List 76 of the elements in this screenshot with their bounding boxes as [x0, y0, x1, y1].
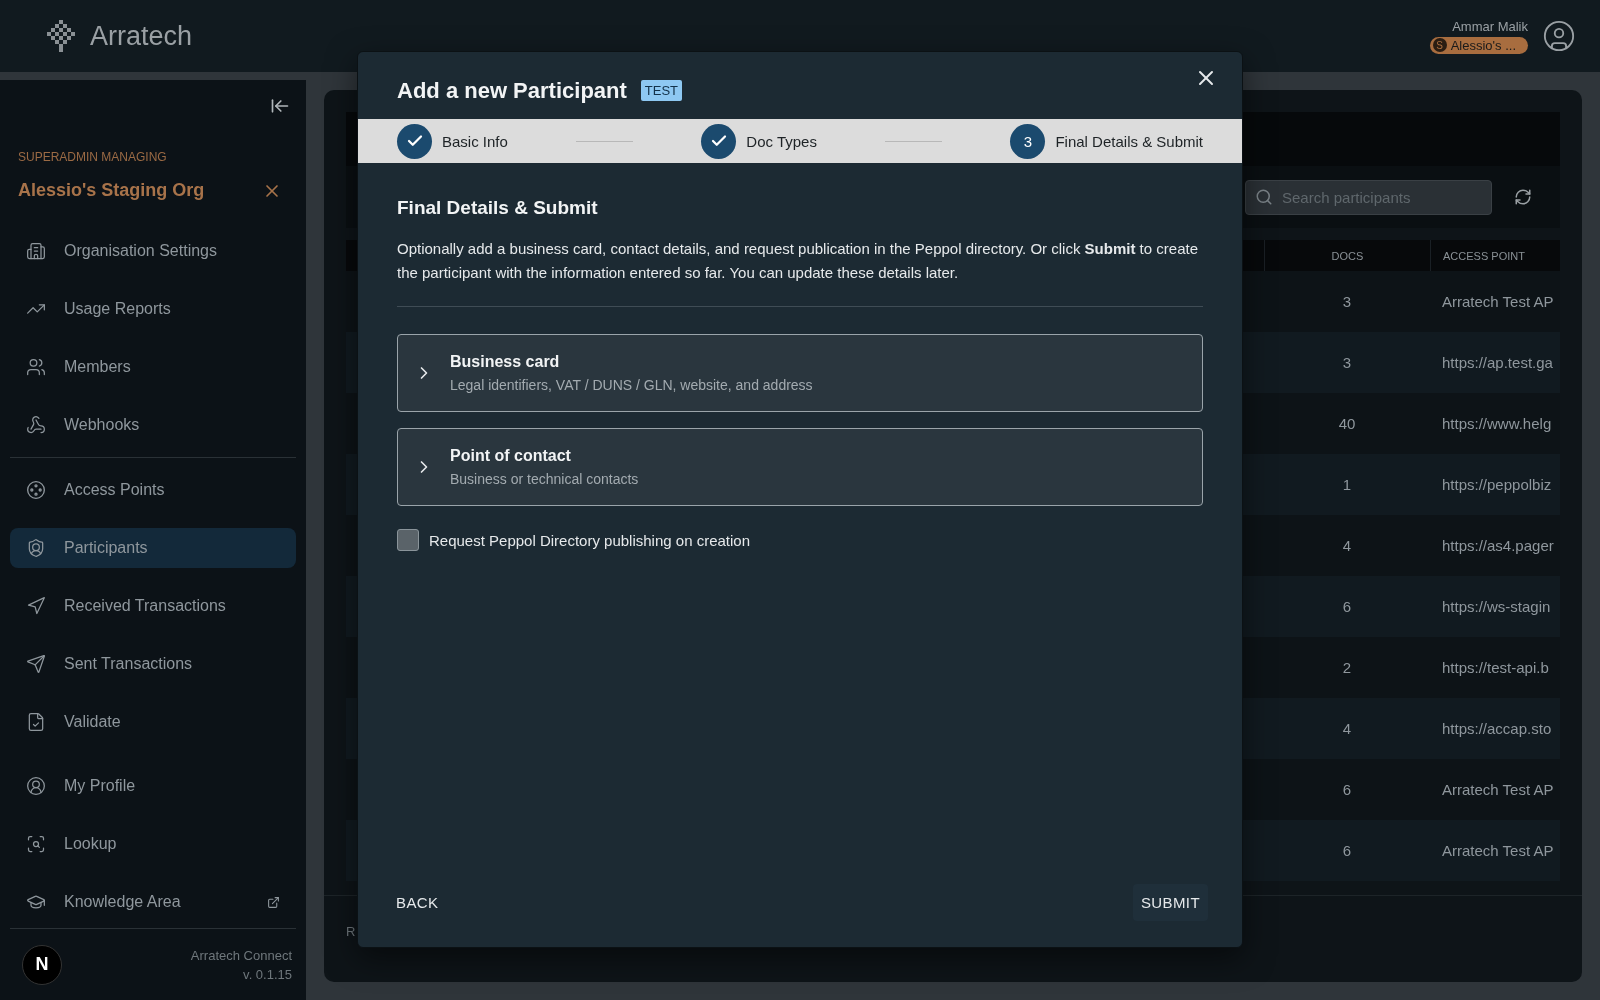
table-cell-text: 4: [1341, 537, 1353, 554]
step-indicator: 3: [1010, 123, 1046, 159]
dotted-circle-icon: [26, 480, 46, 500]
checkbox-label: Request Peppol Directory publishing on creation: [429, 531, 751, 549]
sidebar-item[interactable]: Usage Reports: [10, 289, 296, 329]
sidebar-item[interactable]: Members: [10, 347, 296, 387]
table-cell-text: Arratech Test AP: [1441, 842, 1555, 859]
logo-icon: [44, 19, 78, 53]
sidebar-item[interactable]: Webhooks: [10, 405, 296, 445]
table-cell-text: Arratech Test AP: [1441, 293, 1555, 310]
table-cell-text: https://accap.sto: [1441, 720, 1553, 737]
file-check-icon: [26, 712, 46, 732]
section-subtitle: Business or technical contacts: [450, 471, 639, 487]
org-name: Alessio's Staging Org: [18, 180, 205, 201]
app-name: Arratech Connect: [190, 947, 292, 963]
sidebar-item[interactable]: Received Transactions: [10, 586, 296, 626]
sidebar-item[interactable]: Access Points: [10, 470, 296, 510]
table-cell-text: https://test-api.b: [1441, 659, 1550, 676]
table-cell-text: 6: [1341, 781, 1353, 798]
section-heading: Final Details & Submit: [397, 197, 599, 219]
section-title: Point of contact: [450, 447, 572, 465]
table-cell-text: 6: [1341, 598, 1353, 615]
section-title: Business card: [450, 353, 561, 371]
user-name: Ammar Malik: [1452, 18, 1528, 34]
table-cell-text: 1: [1341, 476, 1353, 493]
org-badge: S Alessio's ...: [1429, 36, 1528, 54]
send-icon: [26, 654, 46, 674]
test-badge: TEST: [640, 80, 683, 101]
table-cell-text: https://ws-stagin: [1441, 598, 1552, 615]
shield-user-icon: [26, 538, 46, 558]
checkbox[interactable]: [397, 529, 419, 551]
back-button[interactable]: BACK: [388, 883, 447, 921]
table-cell-text: 6: [1341, 842, 1353, 859]
org-letter: S: [1432, 38, 1447, 52]
table-cell-text: https://www.helg: [1441, 415, 1553, 432]
table-cell-text: 40: [1337, 415, 1357, 432]
table-cell-text: Arratech Test AP: [1441, 781, 1555, 798]
managing-label: SUPERADMIN MANAGING: [18, 150, 168, 164]
sidebar-item[interactable]: Sent Transactions: [10, 644, 296, 684]
table-cell-text: 4: [1341, 720, 1353, 737]
footer-text: R: [346, 924, 356, 939]
user-circle-icon: [26, 776, 46, 796]
accordion-section[interactable]: Business card Legal identifiers, VAT / DUNS / GLN, website, and address: [397, 334, 1203, 412]
table-cell-text: https://peppolbiz: [1441, 476, 1553, 493]
table-cell-text: 2: [1341, 659, 1353, 676]
app-version: v. 0.1.15: [243, 966, 292, 982]
user-avatar-icon[interactable]: [1542, 19, 1576, 53]
submit-button[interactable]: SUBMIT: [1132, 883, 1208, 921]
navigation-arrow-icon: [26, 596, 46, 616]
sidebar-item[interactable]: My Profile: [10, 766, 296, 806]
refresh-button[interactable]: [1514, 188, 1532, 206]
collapse-sidebar-button[interactable]: [270, 96, 290, 116]
table-cell-text: 3: [1341, 293, 1353, 310]
building-icon: [26, 241, 46, 261]
section-subtitle: Legal identifiers, VAT / DUNS / GLN, website, and address: [450, 377, 813, 393]
sidebar-item[interactable]: Validate: [10, 702, 296, 742]
sidebar-item[interactable]: Lookup: [10, 824, 296, 864]
description-text: Optionally add a business card, contact details, and request publication in the Peppol directory. Or click Submit to create the participant with the information entered so far. You can update these details later.: [397, 237, 1203, 307]
users-icon: [26, 357, 46, 377]
sidebar-item[interactable]: Knowledge Area: [10, 882, 296, 922]
search-icon: [1255, 187, 1273, 206]
avatar[interactable]: N: [22, 944, 62, 985]
table-cell-text: https://ap.test.ga: [1441, 354, 1554, 371]
table-cell-text: https://as4.pager: [1441, 537, 1555, 554]
arrow-to-line-icon: [270, 96, 290, 116]
brand-name: Arratech: [90, 20, 193, 52]
refresh-icon: [1514, 188, 1532, 206]
webhook-icon: [26, 415, 46, 435]
modal-title: Add a new Participant: [397, 77, 627, 104]
step-label: Final Details & Submit: [1055, 132, 1203, 150]
step-label: Basic Info: [442, 132, 508, 150]
table-cell-text: 3: [1341, 354, 1353, 371]
step-label: Doc Types: [746, 132, 817, 150]
sidebar-item[interactable]: Organisation Settings: [10, 231, 296, 271]
sidebar-item[interactable]: Participants: [10, 528, 296, 568]
accordion-section[interactable]: Point of contact Business or technical contacts: [397, 428, 1203, 506]
